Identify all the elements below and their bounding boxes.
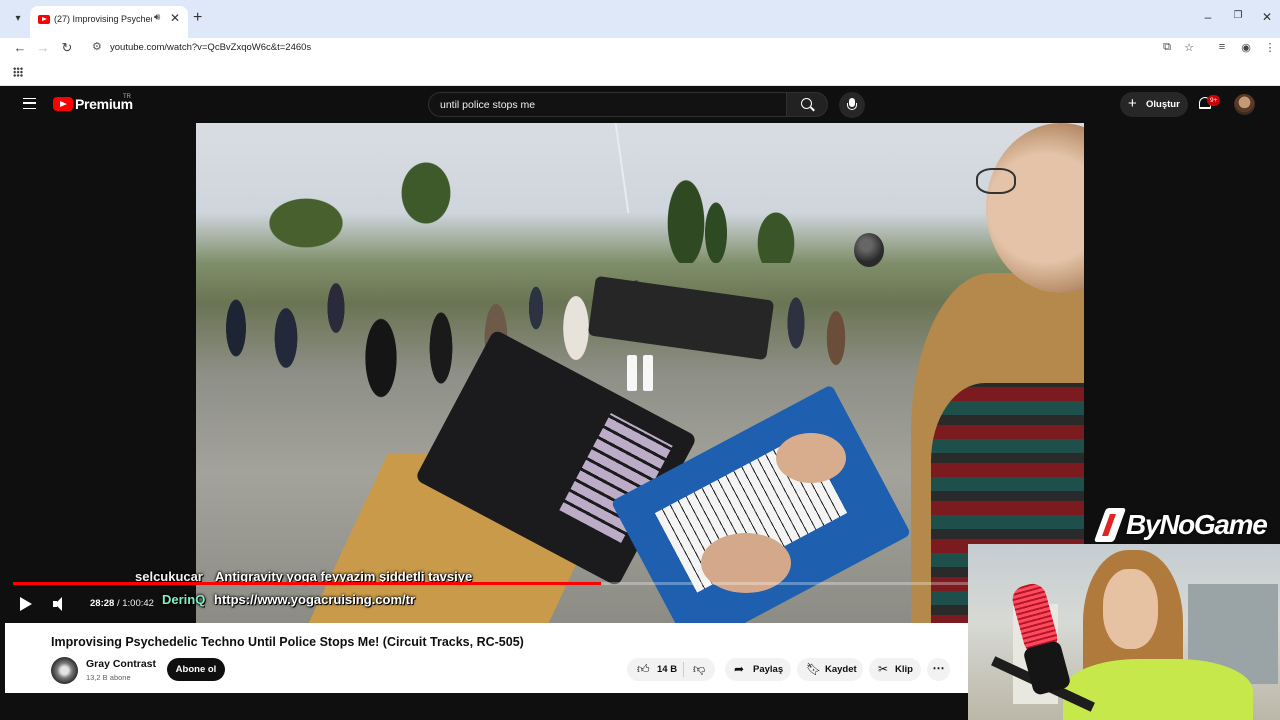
subscribe-label: Abone ol [175, 664, 217, 675]
scissors-icon: ✂ [878, 662, 889, 676]
kebab-menu-icon[interactable]: ⋮ [1263, 41, 1277, 54]
video-info: Improvising Psychedelic Techno Until Pol… [5, 623, 968, 693]
chat-message: https://www.yogacruising.com/tr [214, 592, 416, 607]
bookmark-icon: 🔖︎ [806, 662, 822, 676]
site-info-icon[interactable]: ⚙︎ [92, 40, 102, 53]
minimize-icon[interactable]: – [1200, 10, 1216, 24]
like-dislike-group: 👍︎ 14 B 👎︎ [627, 658, 715, 681]
like-icon[interactable]: 👍︎ [637, 662, 650, 676]
speaker-icon[interactable]: 🔊︎ [154, 12, 160, 23]
subscribe-button[interactable]: Abone ol [167, 658, 225, 681]
close-icon[interactable]: ✕ [170, 11, 180, 25]
sponsor-name: ByNoGame [1126, 509, 1268, 540]
video-scene-glasses [976, 168, 1016, 194]
browser-tab[interactable]: (27) Improvising Psychedelic Techno Unti… [30, 6, 188, 38]
search-icon [801, 98, 812, 109]
video-player[interactable] [196, 123, 1084, 623]
share-icon: ➦ [734, 662, 745, 676]
volume-icon[interactable] [53, 597, 69, 611]
webcam-scene-face [1103, 569, 1158, 649]
play-icon[interactable] [20, 597, 32, 611]
apps-grid-icon[interactable] [13, 67, 23, 77]
save-button[interactable]: 🔖︎ Kaydet [797, 658, 863, 681]
create-label: Oluştur [1146, 99, 1180, 110]
install-app-icon[interactable]: ⧉ [1160, 41, 1174, 54]
progress-fill [13, 582, 602, 585]
chat-username: DerinQ [162, 592, 206, 607]
microphone-icon [847, 98, 857, 110]
youtube-logo-icon[interactable] [53, 97, 73, 111]
media-icon[interactable]: ≡ [1215, 41, 1229, 53]
video-title: Improvising Psychedelic Techno Until Pol… [51, 635, 524, 649]
webcam-scene-shirt [1063, 659, 1253, 720]
channel-avatar[interactable] [51, 657, 78, 684]
sponsor-logo: ByNoGame [1093, 506, 1280, 544]
like-count[interactable]: 14 B [657, 664, 677, 675]
restore-icon[interactable]: ❐ [1230, 10, 1246, 21]
search-input[interactable]: until police stops me [428, 92, 786, 117]
country-code: TR [123, 94, 131, 100]
save-label: Kaydet [825, 664, 857, 675]
like-divider [683, 662, 684, 677]
reload-icon[interactable]: ↻ [59, 40, 75, 56]
video-scene-hand-right [776, 433, 846, 483]
more-actions-icon[interactable]: ⋯ [927, 658, 950, 681]
star-icon[interactable]: ☆ [1182, 41, 1196, 54]
dislike-icon[interactable]: 👎︎ [693, 662, 705, 676]
duration: / 1:00:42 [116, 598, 154, 609]
channel-name[interactable]: Gray Contrast [86, 658, 156, 670]
browser-tabstrip: ▾ (27) Improvising Psychedelic Techno Un… [0, 0, 1280, 38]
search-query[interactable]: until police stops me [440, 99, 535, 111]
avatar[interactable] [1234, 94, 1255, 115]
voice-search-button[interactable] [839, 92, 865, 118]
masthead: Premium TR until police stops me + Oluşt… [0, 86, 1280, 123]
bynogame-logo-icon [1093, 508, 1127, 542]
notification-badge: 9+ [1207, 95, 1221, 106]
search-button[interactable] [786, 92, 828, 117]
video-scene-microphone [854, 233, 884, 267]
create-button[interactable]: + Oluştur [1120, 92, 1188, 117]
forward-icon[interactable]: → [35, 40, 51, 55]
browser-toolbar: ← → ↻ ⚙︎ youtube.com/watch?v=QcBvZxqoW6c… [0, 38, 1280, 60]
tab-title: (27) Improvising Psychedelic Techno Unti… [54, 14, 152, 24]
webcam-overlay [968, 544, 1280, 720]
clip-label: Klip [895, 664, 913, 675]
close-window-icon[interactable]: ✕ [1259, 10, 1275, 24]
plus-icon[interactable]: + [193, 9, 202, 27]
profile-icon[interactable]: ◉ [1239, 41, 1253, 54]
url-text[interactable]: youtube.com/watch?v=QcBvZxqoW6c&t=2460s [110, 42, 311, 53]
plus-icon: + [1128, 95, 1137, 112]
tab-search-icon[interactable]: ▾ [8, 10, 28, 28]
pause-icon[interactable] [625, 355, 655, 391]
time-display: 28:28 / 1:00:42 [90, 598, 154, 609]
clip-button[interactable]: ✂ Klip [869, 658, 921, 681]
share-button[interactable]: ➦ Paylaş [725, 658, 791, 681]
back-icon[interactable]: ← [12, 40, 28, 55]
address-bar[interactable]: ⚙︎ youtube.com/watch?v=QcBvZxqoW6c&t=246… [86, 38, 1186, 57]
subscriber-count: 13,2 B abone [86, 673, 131, 682]
youtube-favicon-icon [38, 15, 50, 24]
share-label: Paylaş [753, 664, 784, 675]
bookmarks-bar [0, 60, 1280, 86]
current-time: 28:28 [90, 598, 115, 609]
menu-icon[interactable] [23, 98, 36, 109]
